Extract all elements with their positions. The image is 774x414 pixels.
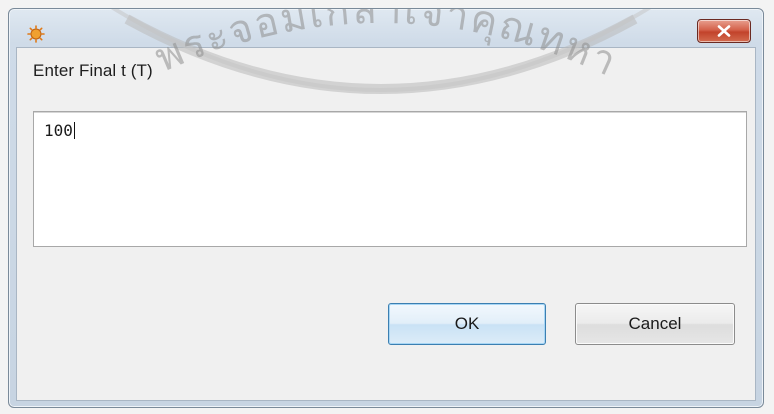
ok-button[interactable]: OK bbox=[388, 303, 546, 345]
value-input[interactable]: 100 bbox=[33, 111, 747, 247]
input-value: 100 bbox=[44, 121, 73, 140]
input-value-text: 100 bbox=[44, 121, 75, 140]
cancel-button[interactable]: Cancel bbox=[575, 303, 735, 345]
java-applet-icon bbox=[27, 25, 45, 43]
text-caret bbox=[73, 122, 75, 139]
close-icon bbox=[717, 25, 731, 37]
prompt-label: Enter Final t (T) bbox=[33, 61, 153, 80]
dialog-window: Enter Final t (T) 100 OK Cancel มหาวิทยา… bbox=[8, 8, 764, 408]
title-bar[interactable] bbox=[9, 9, 763, 49]
close-button[interactable] bbox=[697, 19, 751, 43]
